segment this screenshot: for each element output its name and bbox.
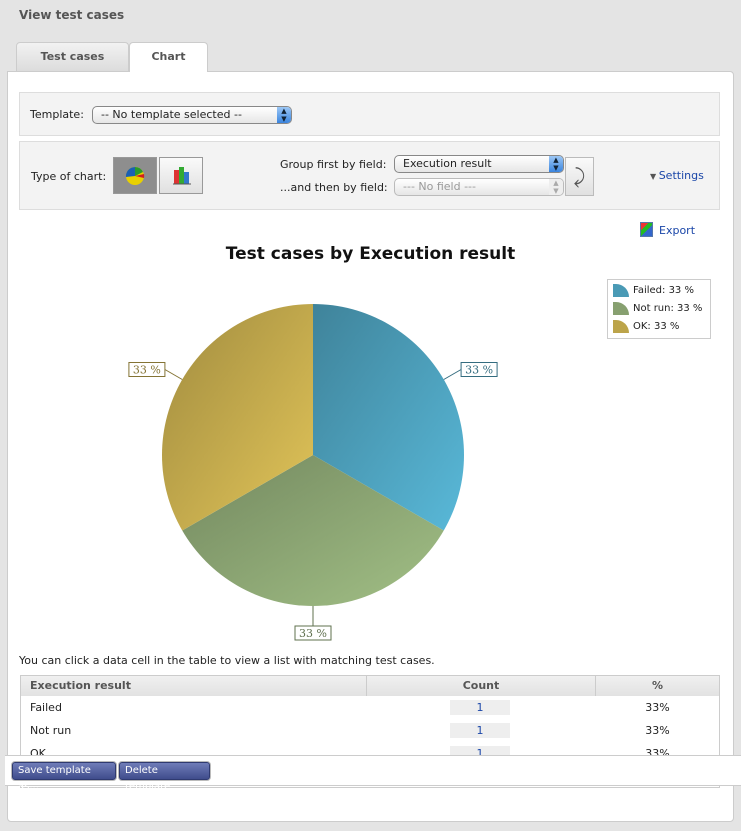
cell-percent: 33% [645, 701, 670, 714]
table-row: Not run 1 33% [21, 719, 719, 742]
cell-percent: 33% [645, 724, 670, 737]
data-label: 33 % [465, 364, 493, 377]
data-label-leader [443, 369, 462, 380]
legend-item-failed: Failed: 33 % [613, 284, 694, 297]
legend-item-not-run: Not run: 33 % [613, 302, 702, 315]
legend-swatch [613, 320, 629, 333]
cell-count[interactable]: 1 [450, 700, 510, 715]
template-actions-bar: Save template as... Delete template [5, 755, 741, 792]
cell-result: Failed [30, 701, 62, 714]
tab-chart[interactable]: Chart [129, 42, 208, 72]
info-text: You can click a data cell in the table t… [19, 654, 435, 667]
save-template-button[interactable]: Save template as... [12, 762, 116, 792]
data-label: 33 % [133, 364, 161, 377]
chart-legend: Failed: 33 % Not run: 33 % OK: 33 % [607, 279, 711, 339]
table-row: Failed 1 33% [21, 696, 719, 719]
legend-item-ok: OK: 33 % [613, 320, 679, 333]
column-header-execution-result[interactable]: Execution result [21, 676, 367, 696]
column-header-percent[interactable]: % [596, 676, 719, 696]
column-header-count[interactable]: Count [367, 676, 596, 696]
legend-text: OK: 33 % [633, 321, 680, 332]
cell-count[interactable]: 1 [450, 723, 510, 738]
legend-swatch [613, 302, 629, 315]
delete-template-button[interactable]: Delete template [119, 762, 210, 792]
legend-text: Failed: 33 % [633, 285, 694, 296]
legend-swatch [613, 284, 629, 297]
data-label-leader [164, 369, 183, 380]
cell-result: Not run [30, 724, 72, 737]
legend-text: Not run: 33 % [633, 303, 703, 314]
data-label: 33 % [299, 627, 327, 640]
